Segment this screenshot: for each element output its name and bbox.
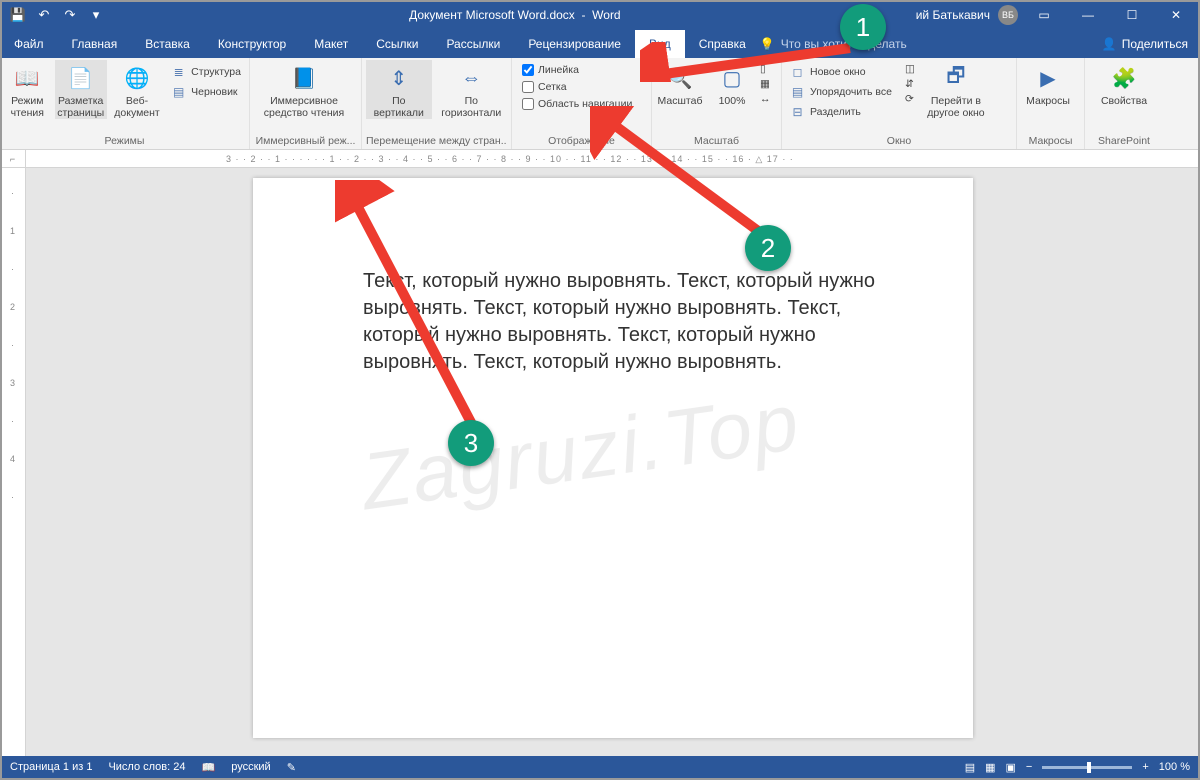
ruler-checkbox[interactable]: Линейка: [520, 63, 634, 77]
draft-button[interactable]: ▤Черновик: [167, 83, 245, 100]
close-button[interactable]: ✕: [1158, 0, 1194, 30]
canvas[interactable]: Текст, который нужно выровнять. Текст, к…: [26, 168, 1200, 768]
tab-mailings[interactable]: Рассылки: [432, 30, 514, 58]
share-button[interactable]: 👤 Поделиться: [1090, 37, 1200, 51]
web-layout-button[interactable]: 🌐Веб-документ: [111, 60, 163, 119]
split-icon: ⊟: [790, 104, 805, 119]
globe-icon: 🌐: [123, 64, 151, 92]
page-count[interactable]: Страница 1 из 1: [10, 761, 92, 773]
track-changes-icon[interactable]: ✎: [287, 761, 296, 774]
macros-icon: ▶: [1034, 64, 1062, 92]
zoom-in-icon[interactable]: +: [1142, 761, 1148, 773]
doc-name: Документ Microsoft Word.docx: [409, 8, 575, 22]
outline-icon: ≣: [171, 64, 186, 79]
window-title: Документ Microsoft Word.docx - Word: [114, 8, 916, 22]
grid-check-input[interactable]: [522, 81, 534, 93]
spell-check-icon[interactable]: 📖: [202, 761, 216, 774]
group-macros: ▶Макросы Макросы: [1017, 58, 1085, 149]
sharepoint-icon: 🧩: [1110, 64, 1138, 92]
vertical-button[interactable]: ⇕По вертикали: [366, 60, 432, 119]
quick-access-toolbar: 💾 ↶ ↷ ▾: [0, 7, 114, 23]
properties-button[interactable]: 🧩Свойства: [1089, 60, 1159, 107]
tab-home[interactable]: Главная: [58, 30, 132, 58]
switch-windows-button[interactable]: 🗗Перейти в другое окно: [919, 60, 993, 119]
side-by-side-icon[interactable]: ◫: [905, 63, 915, 75]
view-print-icon[interactable]: ▦: [985, 761, 995, 774]
read-mode-button[interactable]: 📖Режим чтения: [4, 60, 51, 119]
tab-references[interactable]: Ссылки: [362, 30, 432, 58]
user-avatar[interactable]: ВБ: [998, 5, 1018, 25]
immersive-reader-button[interactable]: 📘Иммерсивное средство чтения: [254, 60, 354, 119]
ruler-check-input[interactable]: [522, 64, 534, 76]
page-width-icon[interactable]: ↔: [760, 93, 771, 105]
book-icon: 📖: [13, 64, 41, 92]
annotation-arrow-3: [335, 180, 505, 450]
titlebar: 💾 ↶ ↷ ▾ Документ Microsoft Word.docx - W…: [0, 0, 1200, 30]
arrange-icon: ▤: [790, 84, 805, 99]
view-web-icon[interactable]: ▣: [1006, 761, 1016, 774]
tab-file[interactable]: Файл: [0, 30, 58, 58]
print-layout-button[interactable]: 📄Разметка страницы: [55, 60, 107, 119]
tab-design[interactable]: Конструктор: [204, 30, 300, 58]
group-immersive: 📘Иммерсивное средство чтения Иммерсивный…: [250, 58, 362, 149]
ruler-corner[interactable]: ⌐: [0, 150, 26, 167]
group-sharepoint: 🧩Свойства SharePoint: [1085, 58, 1163, 149]
switch-icon: 🗗: [942, 64, 970, 92]
group-views: 📖Режим чтения 📄Разметка страницы 🌐Веб-до…: [0, 58, 250, 149]
save-icon[interactable]: 💾: [10, 7, 26, 23]
annotation-badge-1: 1: [840, 4, 886, 50]
arrange-all-button[interactable]: ▤Упорядочить все: [786, 83, 901, 100]
language[interactable]: русский: [231, 761, 270, 773]
reader-icon: 📘: [290, 64, 318, 92]
page-icon: 📄: [67, 64, 95, 92]
annotation-arrow-1: [640, 42, 860, 82]
qat-dropdown-icon[interactable]: ▾: [88, 7, 104, 23]
tab-layout[interactable]: Макет: [300, 30, 362, 58]
gridlines-checkbox[interactable]: Сетка: [520, 80, 634, 94]
reset-position-icon[interactable]: ⟳: [905, 93, 915, 105]
horizontal-button[interactable]: ⇔По горизонтали: [436, 60, 507, 119]
redo-icon[interactable]: ↷: [62, 7, 78, 23]
ribbon-options-icon[interactable]: ▭: [1026, 0, 1062, 30]
zoom-level[interactable]: 100 %: [1159, 761, 1190, 773]
tab-review[interactable]: Рецензирование: [514, 30, 635, 58]
document-area: ·1·2·3·4· Текст, который нужно выровнять…: [0, 168, 1200, 768]
vertical-ruler[interactable]: ·1·2·3·4·: [0, 168, 26, 768]
user-name: ий Батькавич: [916, 8, 990, 22]
horizontal-icon: ⇔: [457, 64, 485, 92]
app-name: Word: [592, 8, 620, 22]
outline-button[interactable]: ≣Структура: [167, 63, 245, 80]
annotation-badge-2: 2: [745, 225, 791, 271]
minimize-button[interactable]: —: [1070, 0, 1106, 30]
view-read-icon[interactable]: ▤: [965, 761, 975, 774]
status-bar: Страница 1 из 1 Число слов: 24 📖 русский…: [2, 756, 1198, 778]
draft-icon: ▤: [171, 84, 186, 99]
sync-scroll-icon[interactable]: ⇵: [905, 78, 915, 90]
annotation-badge-3: 3: [448, 420, 494, 466]
tab-insert[interactable]: Вставка: [131, 30, 204, 58]
undo-icon[interactable]: ↶: [36, 7, 52, 23]
maximize-button[interactable]: ☐: [1114, 0, 1150, 30]
zoom-out-icon[interactable]: −: [1026, 761, 1032, 773]
group-page-movement: ⇕По вертикали ⇔По горизонтали Перемещени…: [362, 58, 512, 149]
split-button[interactable]: ⊟Разделить: [786, 103, 901, 120]
macros-button[interactable]: ▶Макросы: [1021, 60, 1075, 107]
vertical-icon: ⇕: [385, 64, 413, 92]
ribbon-tabs: Файл Главная Вставка Конструктор Макет С…: [0, 30, 1200, 58]
zoom-slider[interactable]: [1042, 766, 1132, 769]
word-count[interactable]: Число слов: 24: [108, 761, 185, 773]
share-icon: 👤: [1102, 37, 1117, 51]
nav-check-input[interactable]: [522, 98, 534, 110]
